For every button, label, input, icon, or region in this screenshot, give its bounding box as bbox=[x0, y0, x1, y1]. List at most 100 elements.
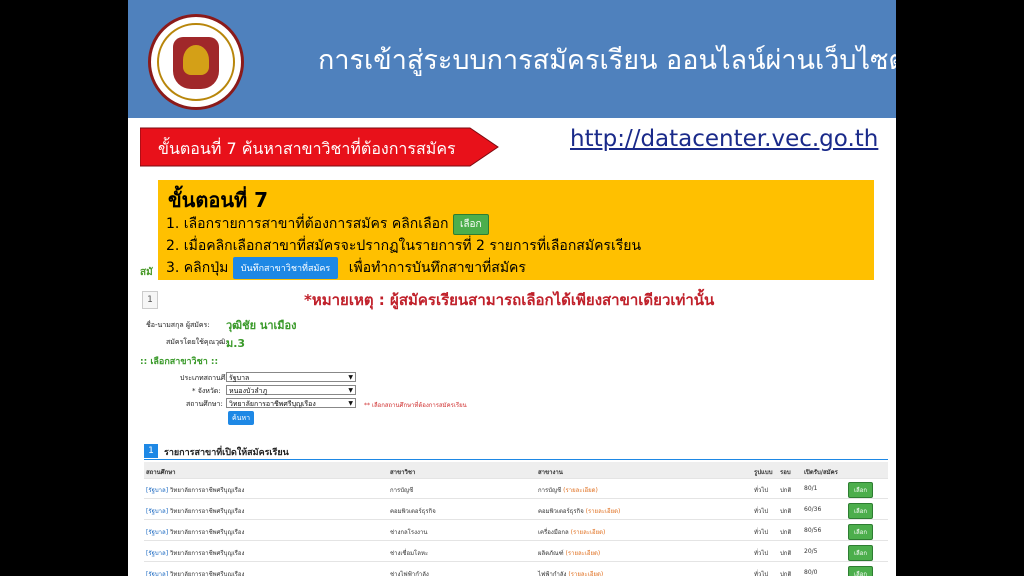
step-line-1-text: 1. เลือกรายการสาขาที่ต้องการสมัคร คลิกเล… bbox=[166, 216, 449, 232]
select-button-sample[interactable]: เลือก bbox=[453, 213, 489, 235]
list-title: รายการสาขาที่เปิดให้สมัครเรียน bbox=[164, 448, 289, 458]
row-branch: ผลิตภัณฑ์ (รายละเอียด) bbox=[538, 548, 600, 558]
row-branch-name: ไฟฟ้ากำลัง bbox=[538, 571, 567, 576]
row-mode: ทั่วไป bbox=[754, 487, 769, 494]
province-select[interactable]: หนองบัวลำภู ▼ bbox=[226, 385, 356, 395]
chevron-down-icon: ▼ bbox=[348, 374, 353, 381]
col-header-round: รอบ bbox=[780, 469, 791, 476]
col-header-inst: สถานศึกษา bbox=[146, 469, 176, 476]
inst-type-select[interactable]: รัฐบาล ▼ bbox=[226, 372, 356, 382]
row-type: คอมพิวเตอร์ธุรกิจ bbox=[390, 508, 436, 515]
step-line-3-prefix: 3. คลิกปุ่ม bbox=[166, 260, 229, 276]
row-round: ปกติ bbox=[780, 571, 792, 576]
search-button[interactable]: ค้นหา bbox=[228, 411, 254, 425]
row-select-button[interactable]: เลือก bbox=[848, 566, 873, 576]
row-inst: [รัฐบาล] วิทยาลัยการอาชีพศรีบุญเรือง bbox=[146, 527, 244, 537]
row-branch-name: การบัญชี bbox=[538, 487, 562, 494]
row-select-button[interactable]: เลือก bbox=[848, 524, 873, 540]
row-round: ปกติ bbox=[780, 508, 792, 515]
step-instruction-box: ขั้นตอนที่ 7 1. เลือกรายการสาขาที่ต้องกา… bbox=[158, 180, 874, 280]
row-inst-tag[interactable]: [รัฐบาล] bbox=[146, 529, 168, 536]
row-mode: ทั่วไป bbox=[754, 571, 769, 576]
row-detail-link[interactable]: (รายละเอียด) bbox=[566, 550, 601, 557]
slide: การเข้าสู่ระบบการสมัครเรียน ออนไลน์ผ่านเ… bbox=[128, 0, 896, 576]
step-line-1: 1. เลือกรายการสาขาที่ต้องการสมัคร คลิกเล… bbox=[166, 213, 489, 235]
row-detail-link[interactable]: (รายละเอียด) bbox=[586, 508, 621, 515]
left-cut-label: สมั bbox=[140, 267, 153, 278]
row-branch: ไฟฟ้ากำลัง (รายละเอียด) bbox=[538, 569, 603, 576]
province-label: * จังหวัด: bbox=[192, 387, 221, 395]
list-divider bbox=[144, 459, 888, 460]
save-branch-button-sample[interactable]: บันทึกสาขาวิชาที่สมัคร bbox=[232, 257, 339, 279]
row-round: ปกติ bbox=[780, 550, 792, 557]
row-select-button[interactable]: เลือก bbox=[848, 545, 873, 561]
step-box-title: ขั้นตอนที่ 7 bbox=[168, 188, 269, 212]
row-type: ช่างเชื่อมโลหะ bbox=[390, 550, 429, 557]
row-round: ปกติ bbox=[780, 529, 792, 536]
step-banner-label: ขั้นตอนที่ 7 ค้นหาสาขาวิชาที่ต้องการสมัค… bbox=[158, 139, 456, 158]
row-seats: 80/0 bbox=[804, 569, 818, 576]
step-line-3-suffix: เพื่อทำการบันทึกสาขาที่สมัคร bbox=[348, 260, 526, 276]
row-inst: [รัฐบาล] วิทยาลัยการอาชีพศรีบุญเรือง bbox=[146, 485, 244, 495]
row-select-button[interactable]: เลือก bbox=[848, 482, 873, 498]
slide-title: การเข้าสู่ระบบการสมัครเรียน ออนไลน์ผ่านเ… bbox=[318, 45, 896, 76]
table-row: [รัฐบาล] วิทยาลัยการอาชีพศรีบุญเรือง ช่าง… bbox=[144, 541, 888, 562]
row-inst: [รัฐบาล] วิทยาลัยการอาชีพศรีบุญเรือง bbox=[146, 548, 244, 558]
applicant-name-value: วุฒิชัย นาเมือง bbox=[226, 319, 297, 332]
table-header-row: สถานศึกษา สาขาวิชา สาขางาน รูปแบบ รอบ เป… bbox=[144, 462, 888, 479]
col-header-type: สาขาวิชา bbox=[390, 469, 416, 476]
row-inst-tag[interactable]: [รัฐบาล] bbox=[146, 508, 168, 515]
college-logo-icon bbox=[148, 14, 244, 110]
chevron-down-icon: ▼ bbox=[348, 387, 353, 394]
row-mode: ทั่วไป bbox=[754, 550, 769, 557]
row-seats: 60/36 bbox=[804, 506, 822, 513]
table-row: [รัฐบาล] วิทยาลัยการอาชีพศรีบุญเรือง ช่าง… bbox=[144, 562, 888, 576]
datacenter-url-link[interactable]: http://datacenter.vec.go.th bbox=[570, 126, 878, 152]
row-type: ช่างกลโรงงาน bbox=[390, 529, 428, 536]
row-inst-name: วิทยาลัยการอาชีพศรีบุญเรือง bbox=[170, 529, 245, 536]
row-branch: คอมพิวเตอร์ธุรกิจ (รายละเอียด) bbox=[538, 506, 620, 516]
applicant-name-label: ชื่อ-นามสกุล ผู้สมัคร: bbox=[146, 321, 210, 329]
row-inst-tag[interactable]: [รัฐบาล] bbox=[146, 487, 168, 494]
row-round: ปกติ bbox=[780, 487, 792, 494]
notice-text: *หมายเหตุ : ผู้สมัครเรียนสามารถเลือกได้เ… bbox=[304, 291, 715, 309]
row-detail-link[interactable]: (รายละเอียด) bbox=[563, 487, 598, 494]
row-mode: ทั่วไป bbox=[754, 529, 769, 536]
row-inst-name: วิทยาลัยการอาชีพศรีบุญเรือง bbox=[170, 571, 245, 576]
row-branch-name: ผลิตภัณฑ์ bbox=[538, 550, 564, 557]
table-row: [รัฐบาล] วิทยาลัยการอาชีพศรีบุญเรือง ช่าง… bbox=[144, 520, 888, 541]
row-inst-name: วิทยาลัยการอาชีพศรีบุญเรือง bbox=[170, 487, 245, 494]
row-detail-link[interactable]: (รายละเอียด) bbox=[568, 571, 603, 576]
row-inst: [รัฐบาล] วิทยาลัยการอาชีพศรีบุญเรือง bbox=[146, 506, 244, 516]
step-line-3: 3. คลิกปุ่ม บันทึกสาขาวิชาที่สมัคร เพื่อ… bbox=[166, 257, 526, 279]
section-title: :: เลือกสาขาวิชา :: bbox=[140, 357, 219, 367]
table-row: [รัฐบาล] วิทยาลัยการอาชีพศรีบุญเรือง การบ… bbox=[144, 478, 888, 499]
row-seats: 20/5 bbox=[804, 548, 818, 555]
page-number-box[interactable]: 1 bbox=[142, 291, 158, 309]
table-row: [รัฐบาล] วิทยาลัยการอาชีพศรีบุญเรือง คอมพ… bbox=[144, 499, 888, 520]
qualification-label: สมัครโดยใช้คุณวุฒิ: bbox=[166, 338, 228, 346]
row-branch-name: คอมพิวเตอร์ธุรกิจ bbox=[538, 508, 584, 515]
school-select-note: ** เลือกสถานศึกษาที่ต้องการสมัครเรียน bbox=[364, 402, 467, 409]
col-header-branch: สาขางาน bbox=[538, 469, 563, 476]
step-line-2: 2. เมื่อคลิกเลือกสาขาที่สมัครจะปรากฏในรา… bbox=[166, 238, 642, 254]
qualification-value: ม.3 bbox=[226, 337, 246, 350]
row-inst-tag[interactable]: [รัฐบาล] bbox=[146, 550, 168, 557]
step-banner: ขั้นตอนที่ 7 ค้นหาสาขาวิชาที่ต้องการสมัค… bbox=[140, 126, 499, 168]
row-seats: 80/1 bbox=[804, 485, 818, 492]
row-seats: 80/56 bbox=[804, 527, 822, 534]
school-label: สถานศึกษา: bbox=[186, 400, 223, 408]
row-type: ช่างไฟฟ้ากำลัง bbox=[390, 571, 429, 576]
row-mode: ทั่วไป bbox=[754, 508, 769, 515]
row-type: การบัญชี bbox=[390, 487, 414, 494]
school-select[interactable]: วิทยาลัยการอาชีพศรีบุญเรือง ▼ bbox=[226, 398, 356, 408]
col-header-mode: รูปแบบ bbox=[754, 469, 773, 476]
row-branch-name: เครื่องมือกล bbox=[538, 529, 569, 536]
row-inst-name: วิทยาลัยการอาชีพศรีบุญเรือง bbox=[170, 550, 245, 557]
row-select-button[interactable]: เลือก bbox=[848, 503, 873, 519]
row-detail-link[interactable]: (รายละเอียด) bbox=[571, 529, 606, 536]
chevron-down-icon: ▼ bbox=[348, 400, 353, 407]
row-inst-name: วิทยาลัยการอาชีพศรีบุญเรือง bbox=[170, 508, 245, 515]
row-inst-tag[interactable]: [รัฐบาล] bbox=[146, 571, 168, 576]
col-header-seats: เปิดรับ/สมัคร bbox=[804, 469, 838, 476]
